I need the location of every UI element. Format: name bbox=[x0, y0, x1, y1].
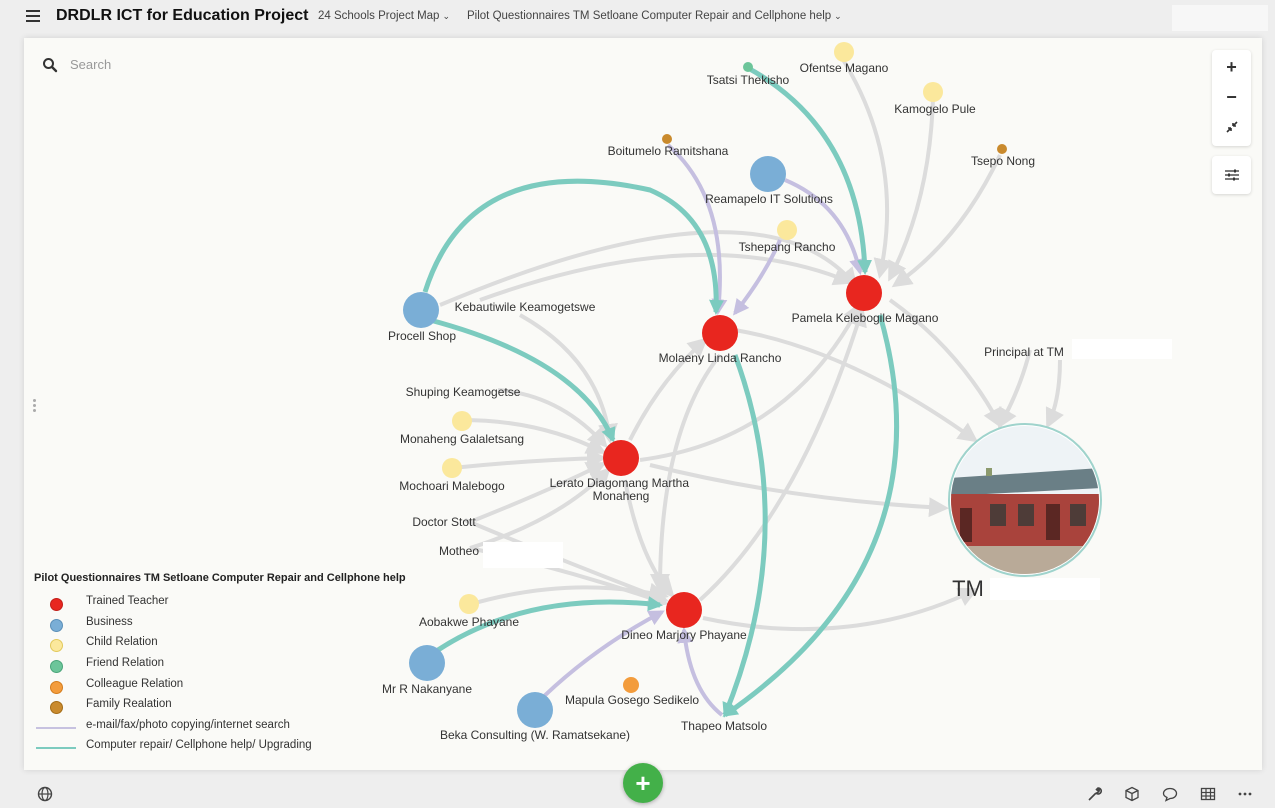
node-monaheng-galaletsang bbox=[452, 411, 472, 431]
node-label: Ofentse Magano bbox=[800, 61, 889, 75]
network-map[interactable]: Tsatsi Thekisho Ofentse Magano Kamogelo … bbox=[0, 0, 1275, 808]
node-beka-consulting bbox=[517, 692, 553, 728]
edge bbox=[533, 610, 665, 707]
node-ofentse-magano bbox=[834, 42, 854, 62]
edge bbox=[451, 448, 607, 470]
more-options-icon[interactable] bbox=[1237, 786, 1253, 802]
node-label: Pamela Kelebogile Magano bbox=[792, 311, 939, 325]
edge bbox=[998, 349, 1032, 429]
node-reamapelo-it-solutions bbox=[750, 156, 786, 192]
node-tshepang-rancho bbox=[777, 220, 797, 240]
node-label: Reamapelo IT Solutions bbox=[705, 192, 833, 206]
node-label: Kamogelo Pule bbox=[894, 102, 976, 116]
node-mochoari-malebogo bbox=[442, 458, 462, 478]
node-label: Aobakwe Phayane bbox=[419, 615, 519, 629]
node-dineo-phayane bbox=[666, 592, 702, 628]
node-lerato-monaheng bbox=[603, 440, 639, 476]
edge bbox=[891, 154, 1002, 288]
edge bbox=[888, 97, 935, 282]
zoom-in-button[interactable]: + bbox=[1212, 52, 1251, 82]
table-icon[interactable] bbox=[1200, 786, 1216, 802]
node-label: Mapula Gosego Sedikelo bbox=[565, 693, 699, 707]
node-boitumelo-ramitshana bbox=[662, 134, 672, 144]
node-label: Shuping Keamogetse bbox=[406, 385, 521, 399]
node-label: Mochoari Malebogo bbox=[399, 479, 505, 493]
node-label: Monaheng Galaletsang bbox=[400, 432, 524, 446]
node-label: Principal at TM bbox=[984, 345, 1064, 359]
map-settings-button[interactable] bbox=[1212, 156, 1251, 194]
node-label-tm: TM bbox=[952, 576, 984, 601]
node-procell-shop bbox=[403, 292, 439, 328]
node-labels: Tsatsi Thekisho Ofentse Magano Kamogelo … bbox=[382, 61, 1064, 742]
node-kamogelo-pule bbox=[923, 82, 943, 102]
node-tsatsi-thekisho bbox=[743, 62, 753, 72]
node-label: Dineo Marjory Phayane bbox=[621, 628, 747, 642]
node-label: Molaeny Linda Rancho bbox=[659, 351, 782, 365]
node-label: Kebautiwile Keamogetswe bbox=[455, 300, 596, 314]
wrench-icon[interactable] bbox=[1087, 786, 1103, 802]
label-mask-box bbox=[1072, 339, 1172, 359]
node-label: Mr R Nakanyane bbox=[382, 682, 472, 696]
edge bbox=[479, 252, 854, 302]
search-input[interactable] bbox=[68, 56, 272, 73]
edge bbox=[1045, 359, 1064, 429]
zoom-controls: + − bbox=[1212, 50, 1251, 146]
node-label: Boitumelo Ramitshana bbox=[608, 144, 729, 158]
node-label: Motheo bbox=[439, 544, 479, 558]
edge bbox=[666, 143, 728, 316]
map-legend: Pilot Questionnaires TM Setloane Compute… bbox=[34, 572, 406, 751]
node-mapula-sedikelo bbox=[623, 677, 639, 693]
fit-screen-button[interactable] bbox=[1212, 112, 1251, 142]
node-tm-school[interactable] bbox=[948, 423, 1102, 577]
globe-icon[interactable] bbox=[37, 786, 53, 802]
cube-icon[interactable] bbox=[1124, 786, 1140, 802]
node-mr-r-nakanyane bbox=[409, 645, 445, 681]
node-label: Tsatsi Thekisho bbox=[707, 73, 790, 87]
node-label: Tsepo Nong bbox=[971, 154, 1035, 168]
side-panel-handle[interactable] bbox=[33, 399, 37, 415]
legend-title: Pilot Questionnaires TM Setloane Compute… bbox=[34, 572, 406, 584]
comment-icon[interactable] bbox=[1162, 786, 1178, 802]
node-label: Beka Consulting (W. Ramatsekane) bbox=[440, 728, 630, 742]
node-label: Thapeo Matsolo bbox=[681, 719, 767, 733]
edge bbox=[639, 301, 862, 462]
node-pamela-magano bbox=[846, 275, 882, 311]
label-mask-box bbox=[990, 578, 1100, 600]
sliders-icon bbox=[1225, 169, 1239, 181]
node-label: Procell Shop bbox=[388, 329, 456, 343]
edge bbox=[734, 328, 979, 443]
collapse-arrows-icon bbox=[1225, 121, 1238, 133]
node-aobakwe-phayane bbox=[459, 594, 479, 614]
node-molaeny-rancho bbox=[702, 315, 738, 351]
zoom-out-button[interactable]: − bbox=[1212, 82, 1251, 112]
node-tsepo-nong bbox=[997, 144, 1007, 154]
add-element-button[interactable]: + bbox=[623, 763, 663, 803]
label-mask-box bbox=[483, 542, 563, 568]
search-icon bbox=[43, 58, 58, 73]
node-label: Tshepang Rancho bbox=[739, 240, 836, 254]
node-label: Doctor Stott bbox=[412, 515, 476, 529]
